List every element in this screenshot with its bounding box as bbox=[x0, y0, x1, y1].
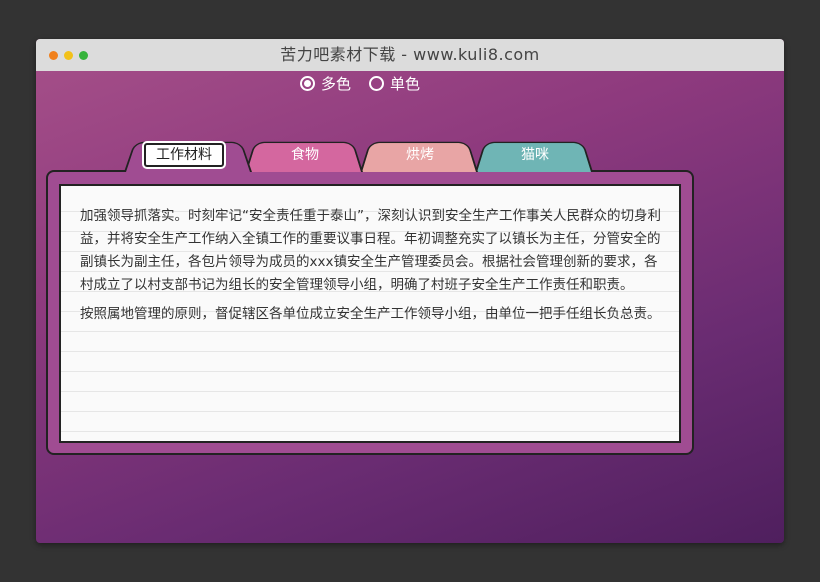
tab-cats[interactable]: 猫咪 bbox=[488, 142, 582, 168]
radio-label-multicolor: 多色 bbox=[321, 74, 352, 93]
content-paragraph: 按照属地管理的原则，督促辖区各单位成立安全生产工作领导小组，由单位一把手任组长负… bbox=[80, 306, 661, 322]
tab-content: 加强领导抓落实。时刻牢记“安全责任重于泰山”，深刻认识到安全生产工作事关人民群众… bbox=[80, 205, 670, 332]
tab-work-materials-label: 工作材料 bbox=[144, 143, 224, 167]
radio-label-single-color: 单色 bbox=[390, 74, 421, 93]
color-mode-radio-group: 多色 单色 bbox=[300, 72, 438, 94]
radio-checked-icon[interactable] bbox=[300, 75, 315, 91]
radio-unchecked-icon[interactable] bbox=[369, 75, 385, 91]
tab-food[interactable]: 食物 bbox=[258, 142, 352, 168]
radio-multicolor[interactable]: 多色 bbox=[300, 73, 351, 94]
window-title: 苦力吧素材下载 - www.kuli8.com bbox=[280, 45, 540, 64]
title-bar: 苦力吧素材下载 - www.kuli8.com bbox=[36, 39, 784, 71]
content-paragraph: 加强领导抓落实。时刻牢记“安全责任重于泰山”，深刻认识到安全生产工作事关人民群众… bbox=[80, 208, 661, 293]
tab-baking[interactable]: 烘烤 bbox=[373, 142, 467, 168]
tab-work-materials[interactable]: 工作材料 bbox=[132, 142, 236, 168]
radio-single-color[interactable]: 单色 bbox=[369, 73, 420, 94]
